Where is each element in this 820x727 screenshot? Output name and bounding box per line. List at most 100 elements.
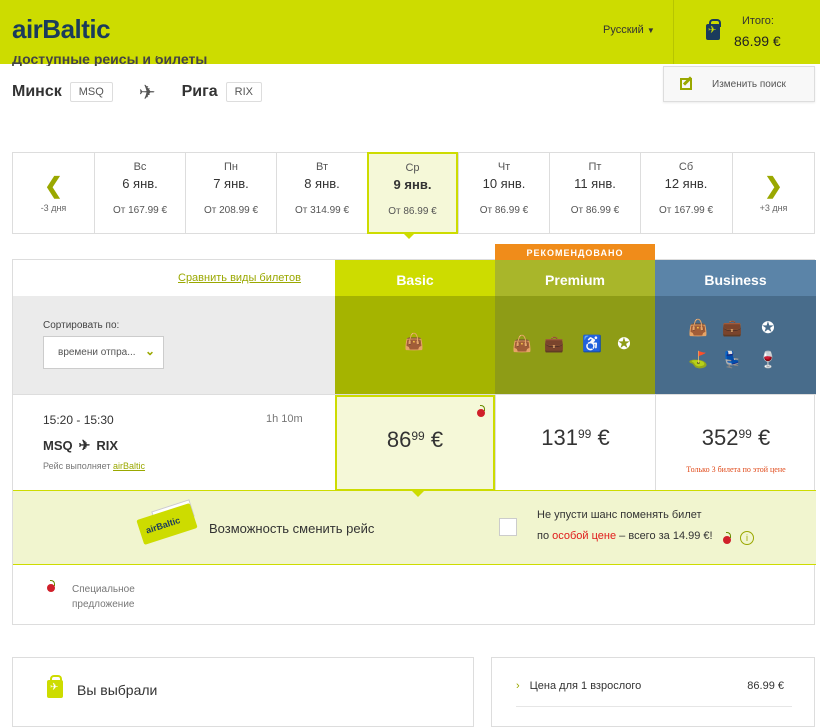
selected-fare-pointer: [411, 490, 425, 497]
lounge-seat-icon: 💺: [722, 352, 742, 369]
cart-total[interactable]: Итого: 86.99 €: [673, 0, 820, 64]
day-of-week: Ср: [405, 162, 420, 174]
day-price: От 314.99 €: [294, 205, 350, 216]
price-line-value: 86.99 €: [747, 680, 784, 692]
date-option[interactable]: Чт 10 янв. От 86.99 €: [458, 153, 549, 233]
cherry-icon: [47, 580, 55, 592]
price-line-label: Цена для 1 взрослого: [529, 680, 642, 692]
day-price: От 86.99 €: [388, 206, 437, 217]
destination-code: RIX: [225, 82, 262, 102]
selection-summary: Вы выбрали: [12, 657, 474, 727]
small-bag-icon: 👜: [404, 334, 424, 351]
selected-date-pointer: [402, 232, 416, 239]
origin-code: MSQ: [69, 82, 113, 102]
change-search-label: Изменить поиск: [712, 79, 786, 90]
destination-city: Рига: [181, 83, 218, 100]
flight-row: 15:20 - 15:30 1h 10m MSQ ✈ RIX Рейс выполн…: [13, 394, 816, 491]
fare-table: Сравнить виды билетов Сортировать по: вр…: [12, 244, 816, 625]
prev-days-button[interactable]: ❮ -3 дня: [13, 153, 94, 233]
day-of-week: Пн: [224, 161, 238, 173]
date-option[interactable]: Сб 12 янв. От 167.99 €: [640, 153, 731, 233]
date-option[interactable]: Пт 11 янв. От 86.99 €: [549, 153, 640, 233]
operator-link[interactable]: airBaltic: [113, 461, 145, 471]
date-option[interactable]: Пн 7 янв. От 208.99 €: [185, 153, 276, 233]
price-basic[interactable]: 8699 €: [335, 395, 495, 491]
price-summary: › Цена для 1 взрослого 86.99 €: [491, 657, 815, 727]
seats-left-note: Только 3 билета по этой цене: [686, 465, 786, 474]
info-icon[interactable]: i: [740, 531, 754, 545]
origin-city: Минск: [12, 83, 62, 100]
fare-name: Business: [704, 272, 767, 288]
day-date: 12 янв.: [664, 176, 708, 191]
day-price: От 167.99 €: [112, 205, 168, 216]
day-of-week: Чт: [497, 161, 511, 173]
prev-days-label: -3 дня: [40, 203, 67, 213]
language-label: Русский: [603, 24, 644, 36]
flight-duration: 1h 10m: [266, 413, 303, 425]
day-of-week: Пт: [588, 161, 602, 173]
sort-panel: Сортировать по: времени отпра... ⌄: [13, 296, 335, 394]
chevron-down-icon: ⌄: [144, 344, 155, 358]
change-offer-price-text: по особой цене – всего за 14.99 €!: [537, 530, 713, 542]
day-date: 6 янв.: [122, 176, 158, 191]
fare-column-basic[interactable]: Basic 👜: [335, 260, 495, 394]
price-business[interactable]: 35299 € Только 3 билета по этой цене: [655, 395, 816, 491]
day-date: 8 янв.: [304, 176, 340, 191]
day-of-week: Вт: [315, 161, 328, 173]
fare-column-premium[interactable]: Premium 👜 💼 ♿ ✪: [495, 260, 655, 394]
price-value: 13199 €: [541, 425, 610, 450]
chevron-right-icon: ❯: [764, 173, 783, 198]
change-offer-checkbox[interactable]: [499, 518, 517, 536]
fare-header-premium: Premium: [495, 260, 655, 296]
day-price: От 86.99 €: [479, 205, 529, 216]
day-of-week: Вс: [133, 161, 147, 173]
day-price: От 86.99 €: [570, 205, 620, 216]
star-icon: ✪: [617, 336, 631, 353]
plane-icon: ✈: [78, 437, 91, 453]
header: airBaltic Русский▼ Итого: 86.99 €: [0, 0, 820, 64]
change-search-button[interactable]: Изменить поиск: [663, 66, 815, 102]
date-option[interactable]: Вс 6 янв. От 167.99 €: [94, 153, 185, 233]
flight-origin: MSQ: [43, 438, 73, 453]
date-option[interactable]: Вт 8 янв. От 314.99 €: [276, 153, 367, 233]
flight-time: 15:20 - 15:30: [43, 413, 114, 427]
airbaltic-logo[interactable]: airBaltic: [12, 14, 111, 45]
fare-name: Basic: [396, 272, 434, 288]
special-offer-legend: Специальное предложение: [72, 584, 135, 610]
fare-header-basic: Basic: [335, 260, 495, 296]
next-days-button[interactable]: ❯ +3 дня: [732, 153, 814, 233]
operated-by: Рейс выполняет airBaltic: [43, 461, 145, 471]
day-price: От 167.99 €: [658, 205, 714, 216]
day-of-week: Сб: [678, 161, 694, 173]
language-selector[interactable]: Русский ▼: [603, 24, 655, 36]
sort-select[interactable]: времени отпра... ⌄: [43, 336, 164, 369]
cherry-icon: [477, 405, 485, 417]
price-premium[interactable]: 13199 €: [495, 395, 655, 491]
chevron-right-icon: ›: [516, 680, 520, 692]
fare-name: Premium: [545, 272, 605, 288]
suitcase-icon: 💼: [722, 320, 742, 337]
next-days-label: +3 дня: [759, 203, 788, 213]
day-date: 9 янв.: [393, 177, 432, 192]
operated-by-label: Рейс выполняет: [43, 461, 111, 471]
day-date: 11 янв.: [574, 176, 616, 191]
shopping-bag-icon: [706, 19, 721, 40]
price-line[interactable]: › Цена для 1 взрослого 86.99 €: [516, 680, 792, 692]
date-option-selected[interactable]: Ср 9 янв. От 86.99 €: [367, 152, 458, 234]
suitcase-icon: 💼: [544, 336, 564, 353]
day-date: 7 янв.: [213, 176, 249, 191]
sort-value: времени отпра...: [58, 347, 136, 358]
price-value: 35299 €: [701, 425, 771, 450]
day-date: 10 янв.: [482, 176, 526, 191]
change-flight-offer: airBaltic Возможность сменить рейс Не уп…: [13, 490, 816, 565]
fare-column-business[interactable]: Business 👜 💼 ✪ ⛳ 💺 🍷: [655, 260, 816, 394]
golf-bag-icon: ⛳: [688, 352, 708, 369]
ticket-image: airBaltic: [136, 502, 198, 546]
cherry-icon: [723, 532, 731, 544]
day-price: От 208.99 €: [203, 205, 259, 216]
meal-icon: 🍷: [758, 352, 778, 369]
compare-fares-link[interactable]: Сравнить виды билетов: [178, 272, 301, 284]
route-summary: Минск MSQ ✈ Рига RIX: [12, 80, 262, 104]
flight-destination: RIX: [96, 438, 119, 453]
total-label: Итого:: [742, 15, 774, 27]
